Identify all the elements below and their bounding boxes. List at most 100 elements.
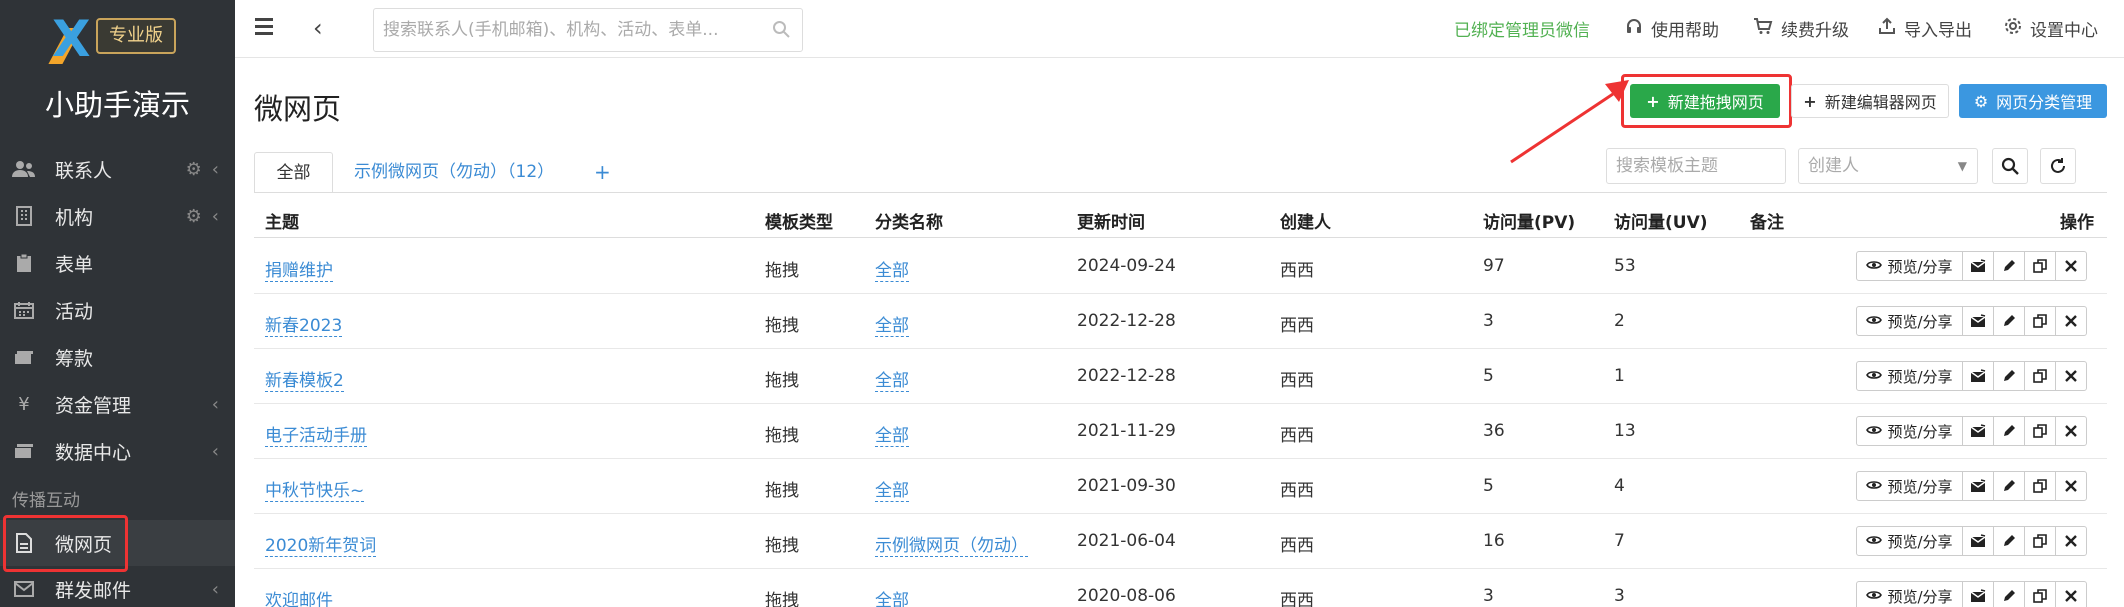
row-category-link[interactable]: 全部 [875,421,909,447]
logo-mark: X [52,10,91,68]
top-bar: ‹ 已绑定管理员微信 使用帮助 续费升级 导入导出 设置中心 [235,0,2124,58]
global-search-input[interactable] [374,9,802,51]
send-email-button[interactable] [1962,581,1994,607]
row-category-link[interactable]: 全部 [875,476,909,502]
sidebar-item-data-center[interactable]: 数据中心 ‹ [0,428,235,474]
sidebar-item-fundraising[interactable]: 筹款 [0,334,235,380]
row-uv: 7 [1614,531,1625,551]
sidebar: X 专业版 小助手演示 联系人 ⚙ ‹ 机构 ⚙ ‹ 表单 活动 筹款 ¥ 资金管理 ‹ 数据中心 ‹ 传… [0,0,235,607]
delete-button[interactable] [2055,471,2087,501]
database-icon [12,439,36,463]
delete-button[interactable] [2055,581,2087,607]
row-subject-link[interactable]: 新春模板2 [265,366,344,392]
edit-button[interactable] [1993,526,2025,556]
logo[interactable]: X 专业版 [48,10,176,68]
edit-button[interactable] [1993,581,2025,607]
creator-select[interactable]: 创建人 ▼ [1798,148,1978,184]
search-icon[interactable] [772,20,790,43]
delete-button[interactable] [2055,526,2087,556]
send-email-button[interactable] [1962,361,1994,391]
copy-icon [2033,259,2047,273]
sidebar-item-label: 数据中心 [55,441,132,464]
row-actions: 预览/分享 [1856,306,2087,336]
sidebar-item-fund-management[interactable]: ¥ 资金管理 ‹ [0,381,235,427]
wechat-bound-status[interactable]: 已绑定管理员微信 [1454,16,1590,41]
upgrade-link[interactable]: 续费升级 [1753,16,1849,41]
row-category-link[interactable]: 全部 [875,586,909,607]
delete-button[interactable] [2055,251,2087,281]
category-manage-button[interactable]: ⚙ 网页分类管理 [1959,84,2107,118]
gear-icon[interactable]: ⚙ [186,206,202,227]
search-button[interactable] [1992,148,2028,184]
delete-button[interactable] [2055,306,2087,336]
row-updated: 2021-09-30 [1077,476,1176,496]
row-subject-link[interactable]: 电子活动手册 [265,421,367,447]
preview-share-button[interactable]: 预览/分享 [1856,471,1963,501]
template-subject-search-input[interactable]: 搜索模板主题 [1606,148,1786,184]
preview-share-button[interactable]: 预览/分享 [1856,526,1963,556]
hamburger-menu-icon[interactable] [255,18,273,35]
row-subject-link[interactable]: 2020新年贺词 [265,531,377,557]
edit-button[interactable] [1993,306,2025,336]
sidebar-item-forms[interactable]: 表单 [0,240,235,286]
copy-button[interactable] [2024,251,2056,281]
row-actions: 预览/分享 [1856,361,2087,391]
pencil-icon [2004,260,2015,271]
chevron-left-icon[interactable]: ‹ [313,14,323,42]
row-pv: 36 [1483,421,1505,441]
edit-button[interactable] [1993,361,2025,391]
tab-all[interactable]: 全部 [254,152,333,193]
row-category-link[interactable]: 示例微网页（勿动） [875,531,1028,557]
plus-icon: + [1803,91,1817,111]
preview-share-label: 预览/分享 [1887,367,1953,386]
preview-share-button[interactable]: 预览/分享 [1856,306,1963,336]
preview-share-button[interactable]: 预览/分享 [1856,416,1963,446]
copy-button[interactable] [2024,581,2056,607]
new-editor-webpage-button[interactable]: + 新建编辑器网页 [1791,84,1949,118]
envelope-icon [1970,314,1986,327]
add-tab-button[interactable]: + [594,152,611,193]
edit-button[interactable] [1993,416,2025,446]
edit-button[interactable] [1993,471,2025,501]
gear-icon[interactable]: ⚙ [186,159,202,180]
tab-sample-webpages[interactable]: 示例微网页（勿动）（12） [354,152,554,193]
help-link[interactable]: 使用帮助 [1625,16,1719,41]
send-email-button[interactable] [1962,416,1994,446]
delete-button[interactable] [2055,416,2087,446]
copy-button[interactable] [2024,416,2056,446]
send-email-button[interactable] [1962,471,1994,501]
edit-button[interactable] [1993,251,2025,281]
send-email-button[interactable] [1962,251,1994,281]
delete-button[interactable] [2055,361,2087,391]
sidebar-item-contacts[interactable]: 联系人 ⚙ ‹ [0,146,235,192]
copy-button[interactable] [2024,526,2056,556]
copy-button[interactable] [2024,306,2056,336]
row-subject-link[interactable]: 捐赠维护 [265,256,333,282]
row-category-link[interactable]: 全部 [875,366,909,392]
row-category-link[interactable]: 全部 [875,311,909,337]
row-subject-link[interactable]: 中秋节快乐~ [265,476,365,502]
row-category-link[interactable]: 全部 [875,256,909,282]
send-email-button[interactable] [1962,526,1994,556]
col-updated: 更新时间 [1077,213,1145,233]
preview-share-button[interactable]: 预览/分享 [1856,251,1963,281]
settings-link[interactable]: 设置中心 [2004,16,2098,41]
preview-share-button[interactable]: 预览/分享 [1856,361,1963,391]
sidebar-item-organizations[interactable]: 机构 ⚙ ‹ [0,193,235,239]
refresh-button[interactable] [2040,148,2076,184]
row-subject-link[interactable]: 新春2023 [265,311,343,337]
row-uv: 53 [1614,256,1636,276]
send-email-button[interactable] [1962,306,1994,336]
chevron-left-icon: ‹ [211,440,219,462]
clipboard-icon [12,251,36,275]
sidebar-item-mass-email[interactable]: 群发邮件 ‹ [0,566,235,607]
table-row: 电子活动手册 拖拽 全部 2021-11-29 西西 36 13 预览/分享 [254,404,2107,459]
copy-button[interactable] [2024,471,2056,501]
copy-button[interactable] [2024,361,2056,391]
eye-icon [1866,257,1883,275]
import-export-link[interactable]: 导入导出 [1878,16,1972,41]
sidebar-item-events[interactable]: 活动 [0,287,235,333]
preview-share-button[interactable]: 预览/分享 [1856,581,1963,607]
money-stack-icon [12,345,36,369]
row-subject-link[interactable]: 欢迎邮件 [265,586,333,607]
